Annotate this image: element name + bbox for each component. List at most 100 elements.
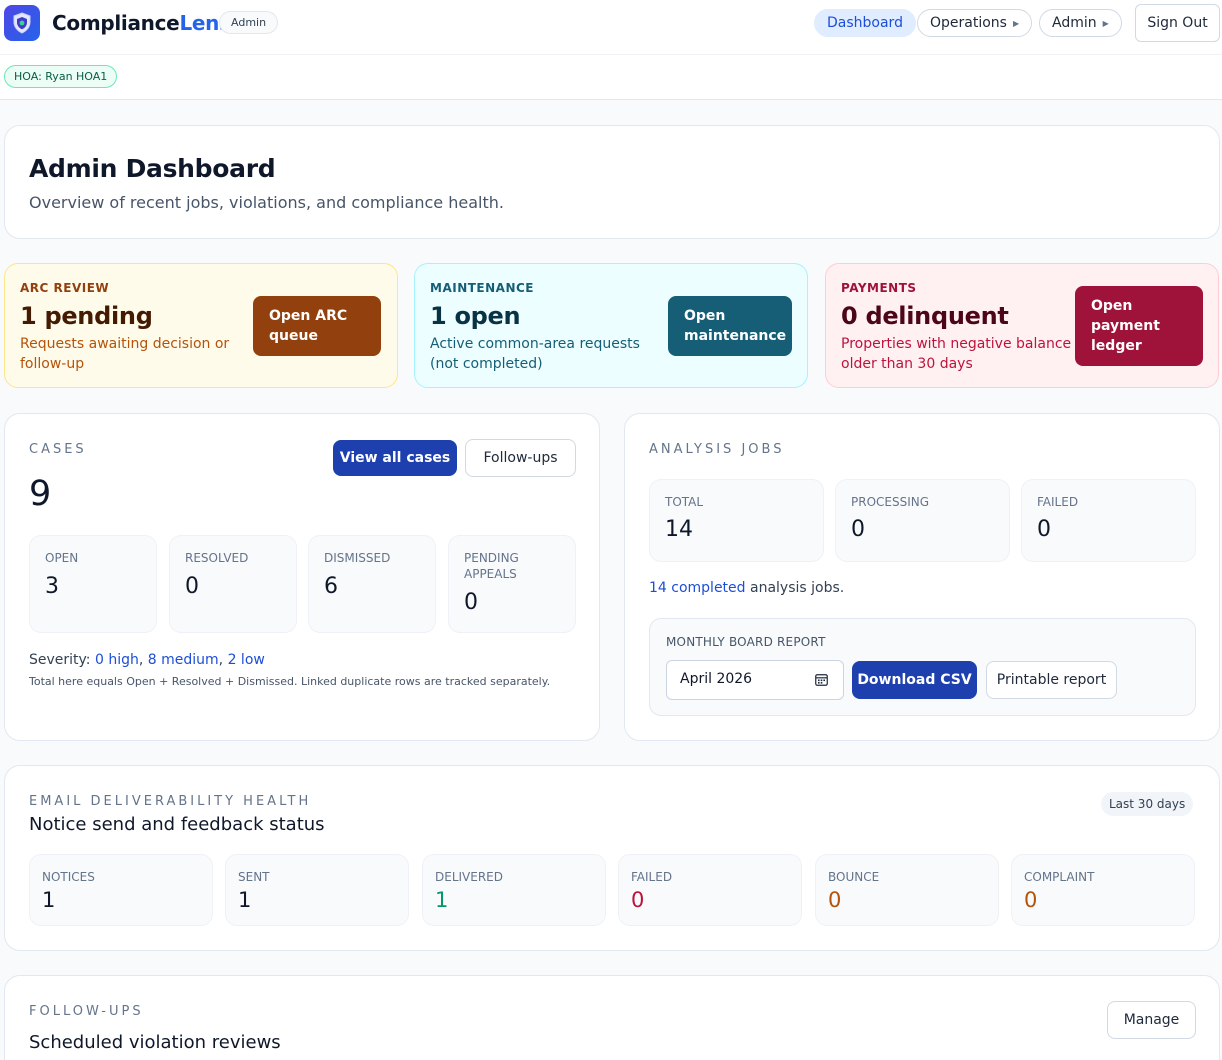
stat-label: TOTAL <box>665 495 704 509</box>
stat-label: DISMISSED <box>324 551 391 565</box>
nav-operations-label: Operations <box>930 15 1007 31</box>
shield-icon <box>13 12 31 34</box>
email-deliverability-card: EMAIL DELIVERABILITY HEALTH Notice send … <box>4 765 1220 951</box>
email-sent-stat: SENT 1 <box>225 854 409 926</box>
payments-label: PAYMENTS <box>841 281 917 295</box>
top-bar: ComplianceLens Admin Dashboard Operation… <box>0 0 1222 100</box>
follow-ups-title: Scheduled violation reviews <box>29 1032 281 1053</box>
payments-card: PAYMENTS 0 delinquent Properties with ne… <box>825 263 1219 388</box>
cases-card: CASES 9 View all cases Follow-ups OPEN 3… <box>4 413 600 741</box>
stat-value: 1 <box>435 888 449 912</box>
printable-report-button[interactable]: Printable report <box>986 661 1117 699</box>
sign-out-button[interactable]: Sign Out <box>1135 4 1220 42</box>
stat-label: DELIVERED <box>435 870 503 884</box>
severity-low-link[interactable]: 2 low <box>228 652 265 668</box>
email-deliverability-label: EMAIL DELIVERABILITY HEALTH <box>29 794 312 809</box>
monthly-report-panel: MONTHLY BOARD REPORT April 2026 Download… <box>649 618 1196 716</box>
stat-label: COMPLAINT <box>1024 870 1095 884</box>
stat-label: NOTICES <box>42 870 95 884</box>
email-complaint-stat: COMPLAINT 0 <box>1011 854 1195 926</box>
monthly-report-label: MONTHLY BOARD REPORT <box>666 635 826 649</box>
stat-label: SENT <box>238 870 270 884</box>
download-csv-button[interactable]: Download CSV <box>852 661 977 699</box>
brand-name: ComplianceLens <box>52 11 231 35</box>
stat-label: FAILED <box>1037 495 1079 509</box>
severity-summary: Severity: 0 high, 8 medium, 2 low <box>29 652 265 668</box>
cases-note: Total here equals Open + Resolved + Dism… <box>29 675 551 688</box>
stat-label: BOUNCE <box>828 870 880 884</box>
follow-ups-label: FOLLOW-UPS <box>29 1004 144 1019</box>
cases-label: CASES <box>29 442 87 457</box>
month-picker[interactable]: April 2026 <box>666 660 844 700</box>
stat-value: 0 <box>1037 517 1051 542</box>
caret-right-icon: ▶ <box>1012 19 1020 28</box>
arc-review-desc: Requests awaiting decision or follow-up <box>20 336 230 372</box>
open-arc-queue-button[interactable]: Open ARC queue <box>253 296 381 356</box>
stat-value: 14 <box>665 517 693 542</box>
stat-value: 1 <box>42 888 56 912</box>
calendar-icon[interactable] <box>815 673 828 686</box>
payments-desc: Properties with negative balance older th… <box>841 336 1072 372</box>
open-payment-ledger-button[interactable]: Open payment ledger <box>1075 286 1203 366</box>
nav-dashboard-label: Dashboard <box>827 15 903 31</box>
jobs-processing-stat: PROCESSING 0 <box>835 479 1010 562</box>
arc-review-card: ARC REVIEW 1 pending Requests awaiting d… <box>4 263 398 388</box>
email-bounce-stat: BOUNCE 0 <box>815 854 999 926</box>
jobs-total-stat: TOTAL 14 <box>649 479 824 562</box>
nav-admin[interactable]: Admin ▶ <box>1039 9 1122 37</box>
maintenance-desc: Active common-area requests (not complete… <box>430 336 640 372</box>
cases-dismissed-stat: DISMISSED 6 <box>308 535 436 633</box>
maintenance-label: MAINTENANCE <box>430 281 534 295</box>
arc-review-value: 1 pending <box>20 302 153 330</box>
stat-value: 0 <box>185 574 199 599</box>
view-all-cases-button[interactable]: View all cases <box>333 440 457 476</box>
email-notices-stat: NOTICES 1 <box>29 854 213 926</box>
stat-value: 3 <box>45 574 59 599</box>
cases-total: 9 <box>29 474 52 514</box>
header-divider <box>0 54 1222 55</box>
analysis-jobs-label: ANALYSIS JOBS <box>649 442 785 457</box>
maintenance-value: 1 open <box>430 302 521 330</box>
maintenance-card: MAINTENANCE 1 open Active common-area re… <box>414 263 808 388</box>
stat-value: 0 <box>631 888 645 912</box>
email-delivered-stat: DELIVERED 1 <box>422 854 606 926</box>
stat-label: PENDING APPEALS <box>464 551 519 581</box>
month-picker-value: April 2026 <box>680 671 753 687</box>
page-subtitle: Overview of recent jobs, violations, and… <box>29 193 504 212</box>
cases-resolved-stat: RESOLVED 0 <box>169 535 297 633</box>
caret-right-icon: ▶ <box>1102 19 1109 28</box>
follow-ups-button[interactable]: Follow-ups <box>465 439 576 477</box>
stat-value: 0 <box>851 517 865 542</box>
stat-label: FAILED <box>631 870 673 884</box>
stat-label: OPEN <box>45 551 79 565</box>
page-title: Admin Dashboard <box>29 154 276 183</box>
stat-label: RESOLVED <box>185 551 249 565</box>
open-maintenance-button[interactable]: Open maintenance <box>668 296 792 356</box>
nav-operations[interactable]: Operations ▶ <box>917 9 1033 37</box>
severity-medium-link[interactable]: 8 medium <box>148 652 219 668</box>
role-badge: Admin <box>219 11 279 34</box>
cases-pending-appeals-stat: PENDING APPEALS 0 <box>448 535 576 633</box>
date-range-badge: Last 30 days <box>1101 792 1194 816</box>
follow-ups-card: FOLLOW-UPS Scheduled violation reviews M… <box>4 975 1220 1060</box>
page-header-card: Admin Dashboard Overview of recent jobs,… <box>4 125 1220 239</box>
severity-high-link[interactable]: 0 high <box>95 652 139 668</box>
analysis-jobs-card: ANALYSIS JOBS TOTAL 14 PROCESSING 0 FAIL… <box>624 413 1220 741</box>
nav-admin-label: Admin <box>1052 15 1097 31</box>
jobs-completed-summary: 14 completed analysis jobs. <box>649 580 845 596</box>
payments-value: 0 delinquent <box>841 302 1009 330</box>
email-failed-stat: FAILED 0 <box>618 854 802 926</box>
email-deliverability-title: Notice send and feedback status <box>29 814 325 835</box>
cases-open-stat: OPEN 3 <box>29 535 157 633</box>
hoa-chip[interactable]: HOA: Ryan HOA1 <box>4 65 118 88</box>
stat-value: 1 <box>238 888 252 912</box>
nav-dashboard[interactable]: Dashboard <box>814 9 916 37</box>
arc-review-label: ARC REVIEW <box>20 281 110 295</box>
manage-follow-ups-button[interactable]: Manage <box>1107 1001 1196 1039</box>
stat-value: 0 <box>464 590 478 615</box>
jobs-failed-stat: FAILED 0 <box>1021 479 1196 562</box>
jobs-completed-link[interactable]: 14 completed <box>649 580 746 596</box>
app-logo[interactable] <box>4 5 40 41</box>
stat-value: 0 <box>1024 888 1038 912</box>
stat-label: PROCESSING <box>851 495 930 509</box>
